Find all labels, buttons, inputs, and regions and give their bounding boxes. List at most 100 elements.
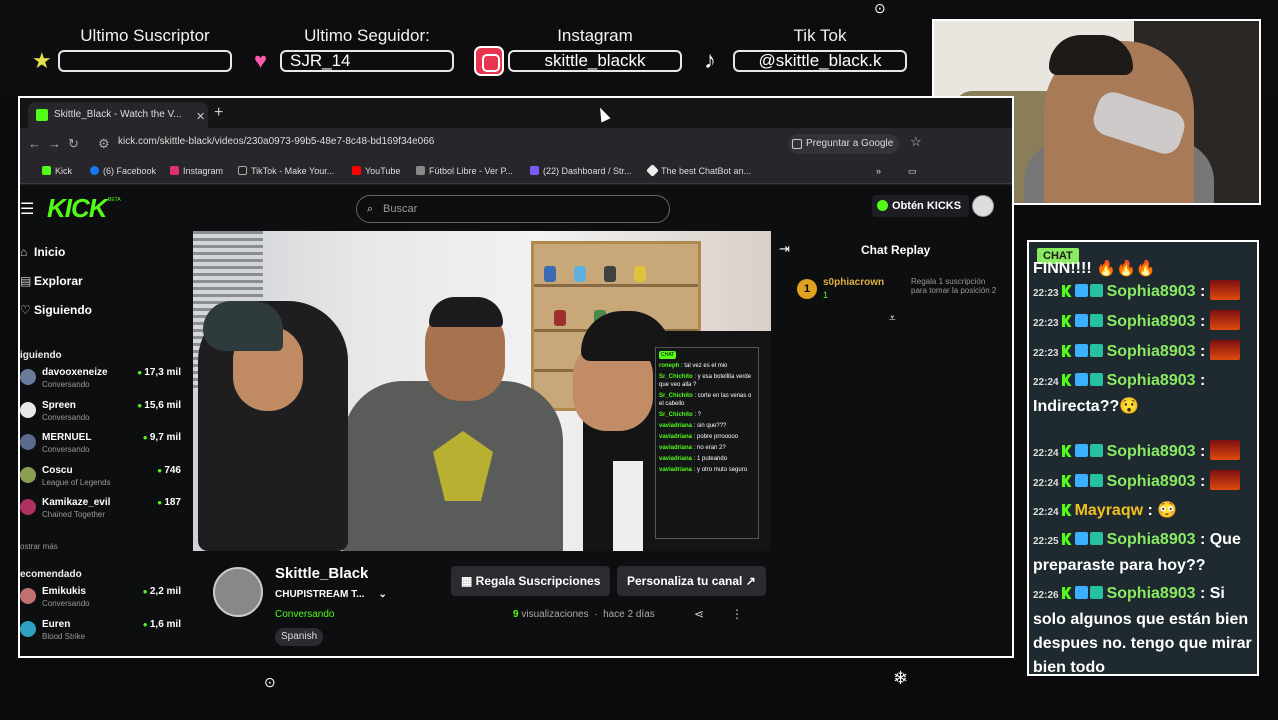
stream-title: CHUPISTREAM T... ⌄ — [275, 589, 387, 600]
video-chat-message: roneph : tal vez es el mio — [659, 362, 755, 370]
stream-category[interactable]: Conversando — [275, 609, 334, 620]
site-settings-icon[interactable]: ⚙ — [98, 136, 110, 152]
sidebar-channel-item[interactable]: Kamikaze_evil Chained Together 187 — [20, 497, 185, 527]
video-chat-message: vaviadriana : no eran 2? — [659, 444, 755, 452]
search-input[interactable]: ⌕ Buscar — [356, 195, 670, 223]
top-gifter-rank-badge: 1 — [797, 279, 817, 299]
chat-text: : y otro muto seguro — [693, 467, 748, 473]
user-avatar[interactable] — [972, 195, 994, 217]
sidebar-item-explorar[interactable]: ▤ Explorar — [20, 274, 83, 288]
emote-image — [1209, 310, 1240, 330]
kick-icon — [42, 166, 51, 175]
close-icon[interactable]: ✕ — [196, 111, 205, 123]
subscriber-badge-icon — [1074, 474, 1088, 487]
viewer-count: 1,6 mil — [143, 619, 181, 630]
gift-prompt-text[interactable]: Regala 1 suscripción para tomar la posic… — [911, 277, 1001, 295]
kick-badge-icon — [1061, 285, 1072, 297]
chat-username: Sr_Chichito — [659, 412, 693, 418]
chat-text: : — [1195, 473, 1206, 490]
gifter-badge-icon — [1089, 474, 1103, 487]
chat-username: Mayraqw — [1074, 502, 1144, 519]
channel-name[interactable]: Skittle_Black — [275, 565, 368, 582]
customize-channel-button[interactable]: Personaliza tu canal ↗ — [617, 566, 766, 596]
instagram-title: Instagram — [557, 26, 633, 45]
video-chat-message: vaviadriana : sin que??? — [659, 422, 755, 430]
share-icon[interactable]: ⋖ — [694, 607, 704, 621]
channel-name: Coscu — [42, 464, 73, 476]
channel-avatar — [20, 401, 36, 418]
gifter-badge-icon — [1089, 344, 1103, 357]
sidebar-channel-item[interactable]: Spreen Conversando 15,6 mil — [20, 400, 185, 430]
expand-gifters-icon[interactable]: ⩡ — [889, 311, 896, 326]
tiktok-icon: ♪ — [704, 47, 716, 74]
bookmark-tiktok[interactable]: TikTok - Make Your... — [238, 166, 334, 176]
gifter-badge-icon — [1089, 532, 1103, 545]
folder-icon[interactable]: ▭ — [908, 166, 917, 177]
chat-timestamp: 22:24 — [1033, 507, 1059, 518]
sidebar-channel-item[interactable]: Coscu League of Legends 746 — [20, 465, 185, 495]
sidebar-channel-item[interactable]: davooxeneize Conversando 17,3 mil — [20, 367, 185, 397]
subscriber-badge-icon — [1074, 444, 1088, 457]
dashboard-icon — [530, 166, 539, 175]
last-follower-title: Ultimo Seguidor: — [304, 26, 430, 45]
subscriber-badge-icon — [1074, 373, 1088, 386]
language-tag[interactable]: Spanish — [275, 628, 324, 646]
bookmark-dashboard[interactable]: (22) Dashboard / Str... — [530, 166, 632, 176]
kick-favicon-icon — [36, 109, 48, 121]
gift-icon: ▦ — [461, 574, 476, 588]
url-field[interactable]: kick.com/skittle-black/videos/230a0973-9… — [118, 136, 434, 147]
search-icon: ⌕ — [367, 203, 374, 215]
get-kicks-button[interactable]: Obtén KICKS — [872, 195, 970, 217]
menu-icon[interactable]: ☰ — [20, 199, 34, 219]
external-link-icon: ↗ — [742, 574, 756, 588]
chat-text: : pobre prrooooo — [693, 434, 739, 440]
sidebar-item-inicio[interactable]: ⌂ Inicio — [20, 245, 65, 259]
bookmark-youtube[interactable]: YouTube — [352, 166, 400, 176]
chevron-down-icon[interactable]: ⌄ — [378, 589, 386, 600]
chat-timestamp: 22:23 — [1033, 348, 1059, 359]
bookmark-futbol[interactable]: Fútbol Libre - Ver P... — [416, 166, 513, 176]
channel-avatar[interactable] — [213, 567, 263, 617]
collapse-chat-icon[interactable]: ⇥ — [779, 241, 790, 257]
top-gifter-name[interactable]: s0phiacrown — [823, 277, 884, 288]
bookmark-star-icon[interactable]: ☆ — [910, 134, 922, 150]
channel-category: Blood Strike — [42, 631, 86, 641]
sidebar-channel-item[interactable]: MERNUEL Conversando 9,7 mil — [20, 432, 185, 462]
sidebar-recommended-item[interactable]: Emikukis Conversando 2,2 mil — [20, 586, 185, 616]
kick-logo[interactable]: KICK — [47, 193, 108, 224]
chat-text: : — [1195, 443, 1206, 460]
bookmark-chatbot[interactable]: The best ChatBot an... — [646, 164, 751, 177]
channel-name: Euren — [42, 618, 71, 630]
kick-badge-icon — [1061, 475, 1072, 487]
back-icon[interactable]: ← — [28, 136, 41, 151]
beta-label: BETA — [108, 197, 121, 203]
emote-image — [1209, 440, 1240, 460]
chat-username: Sophia8903 — [1106, 585, 1196, 602]
new-tab-button[interactable]: + — [214, 104, 223, 122]
bookmarks-overflow-icon[interactable]: » — [876, 166, 881, 176]
heart-outline-icon: ♡ — [20, 303, 31, 317]
bookmark-kick[interactable]: Kick — [42, 166, 72, 176]
show-more-link[interactable]: ostrar más — [20, 542, 58, 551]
last-follower-value: SJR_14 — [280, 50, 454, 72]
ask-google-button[interactable]: Preguntar a Google — [788, 134, 900, 154]
sidebar-item-siguiendo[interactable]: ♡ Siguiendo — [20, 303, 92, 317]
tab-title: Skittle_Black - Watch the V... — [54, 109, 182, 120]
views-label: visualizaciones — [521, 609, 589, 620]
channel-avatar — [20, 466, 36, 483]
chat-message: 22:26 Sophia8903 : Si solo algunos que es… — [1033, 582, 1255, 674]
chat-text: : — [1195, 313, 1206, 330]
video-player[interactable]: CHAT roneph : tal vez es el mio Sr_Chichi… — [193, 231, 771, 551]
chat-text: : — [1195, 283, 1206, 300]
reload-icon[interactable]: ↻ — [68, 136, 79, 152]
recommended-header: ecomendado — [20, 569, 82, 580]
chat-text: : 😳 — [1143, 502, 1178, 519]
viewer-count: 746 — [157, 465, 181, 476]
forward-icon[interactable]: → — [48, 136, 61, 151]
sidebar-recommended-item[interactable]: Euren Blood Strike 1,6 mil — [20, 619, 185, 649]
bookmark-instagram[interactable]: Instagram — [170, 166, 223, 176]
more-options-icon[interactable]: ⋮ — [731, 607, 743, 621]
browser-tab-active[interactable]: Skittle_Black - Watch the V... ✕ — [28, 102, 208, 128]
gift-subs-button[interactable]: ▦ Regala Suscripciones — [451, 566, 611, 596]
bookmark-facebook[interactable]: (6) Facebook — [90, 166, 156, 176]
